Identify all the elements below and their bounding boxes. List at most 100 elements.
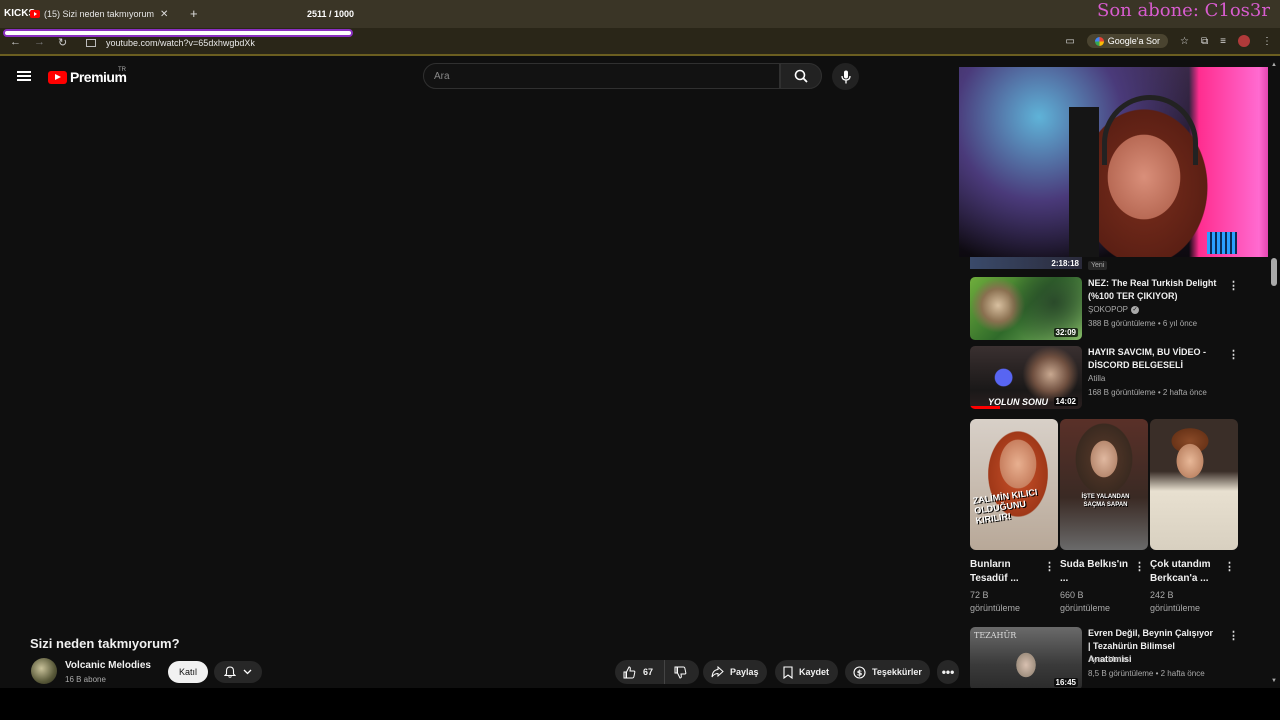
bookmark-star-icon[interactable]: ☆ xyxy=(1180,36,1189,47)
more-options-icon[interactable]: ⋮ xyxy=(1228,629,1239,642)
more-options-icon[interactable]: ⋮ xyxy=(1224,560,1235,573)
video-duration: 2:18:18 xyxy=(1051,259,1079,268)
save-button[interactable]: Kaydet xyxy=(775,660,838,684)
scroll-down-icon[interactable]: ▼ xyxy=(1271,678,1277,684)
channel-name: Atilla xyxy=(1088,374,1106,383)
search-button[interactable] xyxy=(780,63,822,89)
google-lens-icon xyxy=(1094,36,1104,46)
region-code: TR xyxy=(118,67,126,73)
share-icon xyxy=(711,666,724,678)
short-thumbnail[interactable]: ZALİMİN KILICI OLDUĞUNU KIRILIR! xyxy=(970,419,1058,550)
video-channel: Atilla xyxy=(1088,374,1105,383)
new-tab-button[interactable]: + xyxy=(190,6,198,21)
video-channel: Ayca Metin xyxy=(1088,655,1127,664)
share-button[interactable]: Paylaş xyxy=(703,660,767,684)
more-options-icon[interactable]: ⋮ xyxy=(1228,279,1239,292)
led-light-shape xyxy=(1207,232,1237,254)
profile-avatar[interactable] xyxy=(1238,35,1250,47)
recommended-video[interactable]: YOLUN SONU 14:02 HAYIR SAVCIM, BU VİDEO … xyxy=(970,346,1239,410)
browser-tab[interactable]: (15) Sizi neden takmıyorum? - Y ✕ xyxy=(30,4,180,24)
new-badge: Yeni xyxy=(1088,261,1108,270)
streamer-webcam-overlay xyxy=(959,67,1280,257)
thanks-label: Teşekkürler xyxy=(872,667,922,677)
video-thumbnail[interactable]: TEZAHÜR 16:45 xyxy=(970,627,1082,690)
channel-name[interactable]: Volcanic Melodies xyxy=(65,660,151,671)
short-thumbnail[interactable] xyxy=(1150,419,1238,550)
short-item[interactable]: Çok utandım Berkcan'a ... 242 B görüntül… xyxy=(1150,419,1238,615)
partial-video-thumbnail[interactable]: 2:18:18 xyxy=(970,257,1082,269)
browser-toolbar: ▭ Google'a Sor ☆ ⧉ ≡ ⋮ xyxy=(1065,34,1272,48)
browser-menu-icon[interactable]: ⋮ xyxy=(1262,36,1272,47)
verified-check-icon: ✓ xyxy=(1131,305,1140,314)
super-thanks-icon: $ xyxy=(853,665,866,679)
headset-shape xyxy=(1102,95,1198,165)
save-label: Kaydet xyxy=(799,667,830,677)
youtube-favicon-icon xyxy=(30,10,40,18)
thanks-button[interactable]: $ Teşekkürler xyxy=(845,660,930,684)
more-options-icon[interactable]: ⋮ xyxy=(1044,560,1055,573)
short-title: Suda Belkıs'ın ... xyxy=(1060,559,1128,584)
hamburger-menu-icon[interactable] xyxy=(17,71,31,81)
video-duration: 16:45 xyxy=(1053,678,1078,687)
google-sor-button[interactable]: Google'a Sor xyxy=(1086,34,1169,48)
scrollbar-thumb[interactable] xyxy=(1271,258,1277,286)
chair-shape xyxy=(1069,107,1099,257)
forward-arrow-icon[interactable]: → xyxy=(34,36,45,48)
youtube-premium-logo[interactable]: Premium TR xyxy=(48,67,127,85)
browser-address-bar: ← → ↻ youtube.com/watch?v=65dxhwgbdXk ▭ … xyxy=(0,28,1280,56)
short-caption: İŞTE YALANDAN SAÇMA SAPAN xyxy=(1081,494,1130,508)
short-title: Çok utandım Berkcan'a ... xyxy=(1150,559,1211,584)
chevron-down-icon xyxy=(243,669,252,675)
bookmark-icon xyxy=(783,665,793,679)
tab-title: (15) Sizi neden takmıyorum? - Y xyxy=(44,9,154,19)
video-title: NEZ: The Real Turkish Delight (%100 TER … xyxy=(1088,278,1217,301)
cast-icon[interactable]: ▭ xyxy=(1065,36,1074,47)
video-player[interactable] xyxy=(0,95,958,625)
more-options-icon[interactable]: ⋮ xyxy=(1228,348,1239,361)
dislike-button[interactable] xyxy=(665,660,687,684)
video-thumbnail[interactable]: 32:09 xyxy=(970,277,1082,340)
recommended-video[interactable]: 32:09 NEZ: The Real Turkish Delight (%10… xyxy=(970,277,1239,341)
subscriber-count: 16 B abone xyxy=(65,675,106,684)
more-options-icon[interactable]: ⋮ xyxy=(1134,560,1145,573)
video-duration: 32:09 xyxy=(1053,328,1078,337)
recommended-video[interactable]: TEZAHÜR 16:45 Evren Değil, Beynin Çalışı… xyxy=(970,627,1239,691)
google-sor-label: Google'a Sor xyxy=(1107,36,1161,46)
search-box xyxy=(423,63,780,89)
video-title: Sizi neden takmıyorum? xyxy=(30,636,180,651)
search-input[interactable] xyxy=(424,64,779,88)
url-field[interactable]: youtube.com/watch?v=65dxhwgbdXk xyxy=(80,35,960,51)
bottom-black-bar xyxy=(0,688,1280,720)
scroll-up-icon[interactable]: ▲ xyxy=(1271,62,1277,68)
reload-icon[interactable]: ↻ xyxy=(58,36,67,49)
channel-name: Ayca Metin xyxy=(1088,655,1128,664)
short-thumbnail[interactable]: İŞTE YALANDAN SAÇMA SAPAN xyxy=(1060,419,1148,550)
short-item[interactable]: ZALİMİN KILICI OLDUĞUNU KIRILIR! Bunları… xyxy=(970,419,1058,615)
screen: KICKS (15) Sizi neden takmıyorum? - Y ✕ … xyxy=(0,0,1280,720)
browser-tab-bar: KICKS (15) Sizi neden takmıyorum? - Y ✕ … xyxy=(0,0,1280,28)
short-item[interactable]: İŞTE YALANDAN SAÇMA SAPAN Suda Belkıs'ın… xyxy=(1060,419,1148,615)
video-meta: 168 B görüntüleme • 2 hafta önce xyxy=(1088,388,1207,397)
more-actions-button[interactable]: ••• xyxy=(937,660,959,684)
reading-list-icon[interactable]: ≡ xyxy=(1220,36,1226,47)
voice-search-button[interactable] xyxy=(832,63,859,90)
close-tab-icon[interactable]: ✕ xyxy=(160,9,168,20)
thumbs-down-icon xyxy=(674,666,687,679)
video-meta: 8,5 B görüntüleme • 2 hafta önce xyxy=(1088,669,1205,678)
channel-avatar[interactable] xyxy=(31,658,57,684)
video-thumbnail[interactable]: YOLUN SONU 14:02 xyxy=(970,346,1082,409)
extensions-icon[interactable]: ⧉ xyxy=(1201,36,1208,47)
short-views: 242 B görüntüleme xyxy=(1150,590,1201,613)
thumbs-up-icon xyxy=(623,665,636,678)
join-button[interactable]: Katıl xyxy=(168,661,208,683)
notification-button[interactable] xyxy=(214,661,262,683)
bell-icon xyxy=(223,666,236,678)
url-text: youtube.com/watch?v=65dxhwgbdXk xyxy=(106,38,255,48)
site-settings-icon[interactable] xyxy=(86,39,96,47)
like-button[interactable]: 67 xyxy=(615,660,665,684)
video-channel: ŞOKOPOP ✓ xyxy=(1088,305,1140,314)
like-dislike-group: 67 xyxy=(615,660,699,684)
page-scrollbar[interactable]: ▲ ▼ xyxy=(1268,58,1280,688)
back-arrow-icon[interactable]: ← xyxy=(10,36,21,48)
like-count: 67 xyxy=(643,667,654,677)
